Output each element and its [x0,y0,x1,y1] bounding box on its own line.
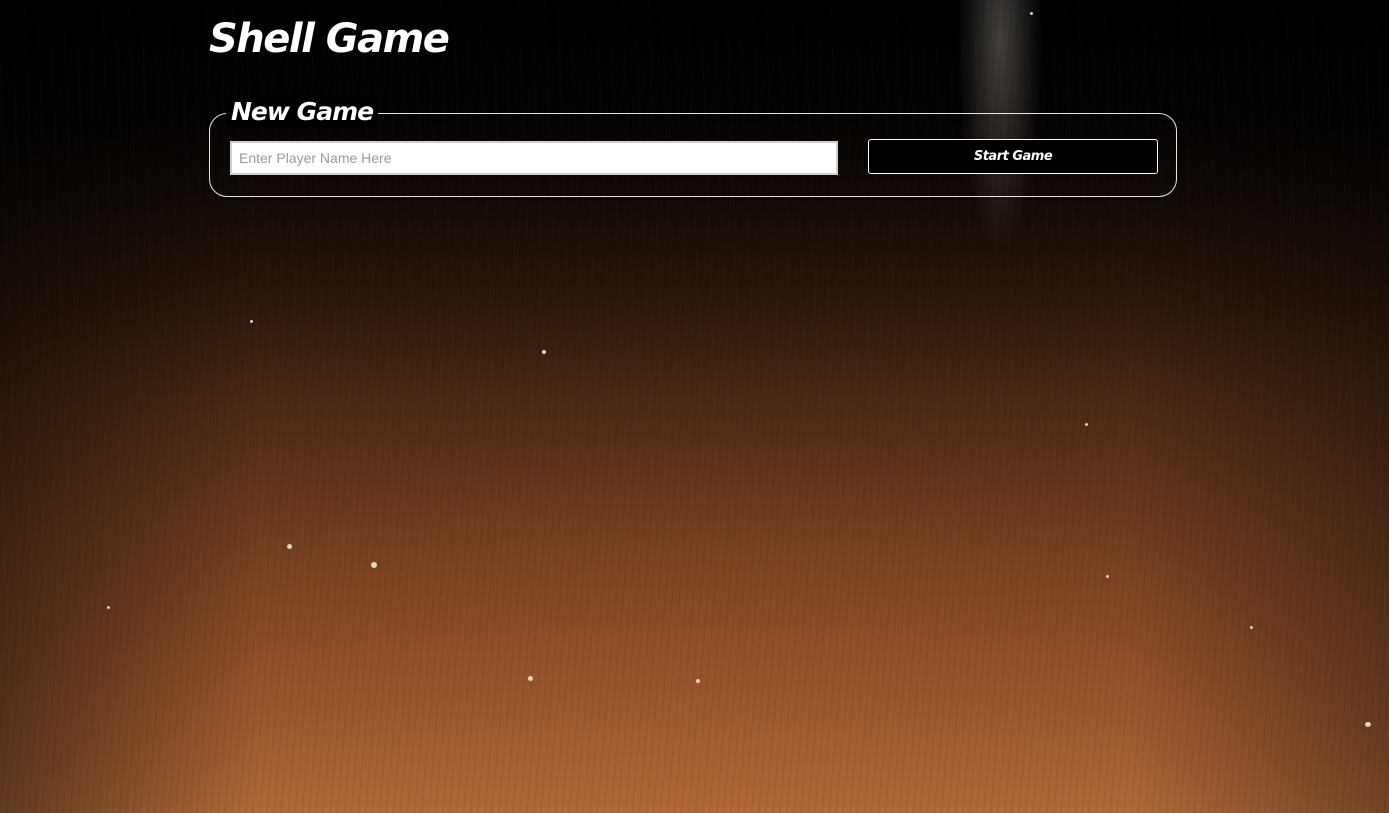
dust-speck [528,676,533,681]
new-game-panel: New Game Start Game [209,97,1177,197]
dust-speck [542,350,546,354]
dust-speck [371,562,377,568]
dust-speck [1365,722,1371,727]
player-name-input[interactable] [230,141,838,175]
dust-speck [1250,626,1253,629]
dust-speck [696,679,700,683]
dust-speck [1030,12,1033,15]
page-title: Shell Game [209,16,450,62]
dust-speck [287,544,292,549]
new-game-legend: New Game [226,97,379,127]
dust-speck [1085,423,1088,426]
dust-speck [1106,575,1109,578]
start-game-button[interactable]: Start Game [868,139,1158,174]
dust-speck [107,606,110,609]
dust-speck [250,320,253,323]
